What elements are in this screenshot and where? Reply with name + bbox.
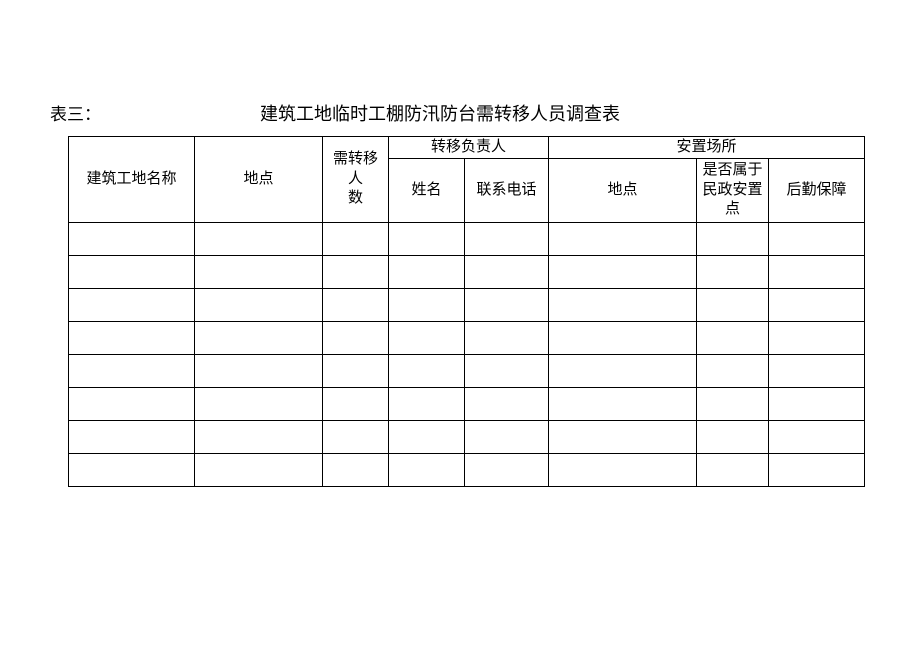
cell-transfer_phone	[465, 321, 549, 354]
table-row	[69, 387, 865, 420]
cell-transfer_name	[389, 387, 465, 420]
col-transfer-name: 姓名	[389, 159, 465, 223]
cell-people_count	[323, 387, 389, 420]
table-row	[69, 354, 865, 387]
cell-settle_location	[549, 255, 697, 288]
col-transfer-phone: 联系电话	[465, 159, 549, 223]
cell-settle_civil	[697, 420, 769, 453]
cell-settle_logistics	[769, 255, 865, 288]
table-row	[69, 255, 865, 288]
cell-site_name	[69, 420, 195, 453]
cell-transfer_phone	[465, 420, 549, 453]
cell-settle_location	[549, 321, 697, 354]
cell-settle_civil	[697, 321, 769, 354]
cell-settle_logistics	[769, 420, 865, 453]
heading-row: 表三： 建筑工地临时工棚防汛防台需转移人员调查表	[50, 100, 870, 126]
cell-transfer_name	[389, 255, 465, 288]
cell-transfer_phone	[465, 222, 549, 255]
table-row	[69, 288, 865, 321]
cell-people_count	[323, 354, 389, 387]
cell-settle_location	[549, 354, 697, 387]
col-group-transfer: 转移负责人	[389, 137, 549, 159]
survey-table: 建筑工地名称 地点 需转移人数 转移负责人 安置场所 姓名 联系电话 地点 是否…	[68, 136, 865, 487]
col-settle-civil: 是否属于民政安置点	[697, 159, 769, 223]
cell-settle_civil	[697, 255, 769, 288]
cell-location	[195, 420, 323, 453]
cell-people_count	[323, 420, 389, 453]
cell-settle_civil	[697, 387, 769, 420]
cell-people_count	[323, 321, 389, 354]
cell-settle_logistics	[769, 288, 865, 321]
cell-settle_location	[549, 420, 697, 453]
cell-transfer_phone	[465, 288, 549, 321]
cell-settle_civil	[697, 222, 769, 255]
table-row	[69, 453, 865, 486]
cell-site_name	[69, 321, 195, 354]
cell-settle_civil	[697, 354, 769, 387]
page-title: 建筑工地临时工棚防汛防台需转移人员调查表	[260, 100, 620, 126]
cell-settle_location	[549, 387, 697, 420]
cell-location	[195, 222, 323, 255]
cell-transfer_name	[389, 420, 465, 453]
cell-transfer_name	[389, 288, 465, 321]
cell-settle_location	[549, 288, 697, 321]
cell-site_name	[69, 354, 195, 387]
cell-transfer_phone	[465, 453, 549, 486]
cell-site_name	[69, 288, 195, 321]
cell-transfer_name	[389, 354, 465, 387]
col-site-name: 建筑工地名称	[69, 137, 195, 223]
cell-settle_civil	[697, 288, 769, 321]
cell-transfer_name	[389, 453, 465, 486]
cell-settle_location	[549, 453, 697, 486]
cell-location	[195, 321, 323, 354]
cell-settle_logistics	[769, 354, 865, 387]
table-row	[69, 321, 865, 354]
cell-site_name	[69, 453, 195, 486]
table-number-label: 表三：	[50, 100, 260, 125]
col-people-count: 需转移人数	[323, 137, 389, 223]
col-settle-logistics: 后勤保障	[769, 159, 865, 223]
cell-transfer_phone	[465, 255, 549, 288]
table-header: 建筑工地名称 地点 需转移人数 转移负责人 安置场所 姓名 联系电话 地点 是否…	[69, 137, 865, 223]
table-row	[69, 222, 865, 255]
cell-location	[195, 354, 323, 387]
cell-transfer_name	[389, 222, 465, 255]
table-body	[69, 222, 865, 486]
col-location: 地点	[195, 137, 323, 223]
cell-settle_location	[549, 222, 697, 255]
col-settle-location: 地点	[549, 159, 697, 223]
cell-location	[195, 255, 323, 288]
cell-site_name	[69, 222, 195, 255]
cell-settle_logistics	[769, 453, 865, 486]
cell-people_count	[323, 453, 389, 486]
cell-people_count	[323, 288, 389, 321]
cell-site_name	[69, 255, 195, 288]
cell-settle_logistics	[769, 321, 865, 354]
col-group-settle: 安置场所	[549, 137, 865, 159]
cell-site_name	[69, 387, 195, 420]
cell-settle_civil	[697, 453, 769, 486]
cell-transfer_phone	[465, 354, 549, 387]
cell-location	[195, 387, 323, 420]
cell-settle_logistics	[769, 387, 865, 420]
table-row	[69, 420, 865, 453]
cell-location	[195, 288, 323, 321]
cell-people_count	[323, 255, 389, 288]
document-page: 表三： 建筑工地临时工棚防汛防台需转移人员调查表 建筑工地名称 地点 需转移人数…	[0, 0, 920, 487]
cell-transfer_phone	[465, 387, 549, 420]
cell-settle_logistics	[769, 222, 865, 255]
cell-transfer_name	[389, 321, 465, 354]
cell-location	[195, 453, 323, 486]
cell-people_count	[323, 222, 389, 255]
